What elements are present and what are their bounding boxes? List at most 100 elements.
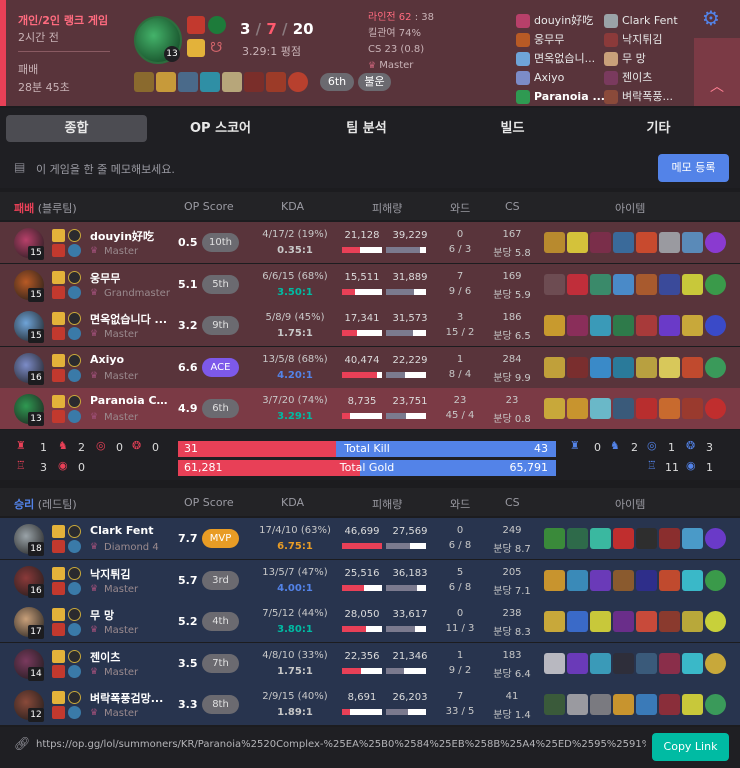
item-icon[interactable]: [567, 398, 588, 419]
rune-secondary-icon[interactable]: [68, 706, 81, 719]
summoner-spell-icon[interactable]: [52, 270, 65, 284]
item-icon[interactable]: [590, 273, 611, 295]
summoner-spell-icon[interactable]: [52, 525, 65, 538]
item-icon[interactable]: [567, 315, 588, 336]
item-icon[interactable]: [567, 232, 588, 253]
rune-primary-icon[interactable]: [68, 649, 81, 663]
player-name[interactable]: 면옥없습니다 ...: [90, 311, 168, 327]
item-icon[interactable]: [544, 611, 565, 632]
item-icon[interactable]: [659, 528, 680, 549]
rune-primary-icon[interactable]: [68, 566, 81, 580]
item-icon[interactable]: [659, 569, 680, 591]
ward-trinket-icon[interactable]: [705, 611, 726, 632]
player-name[interactable]: douyin好吃: [90, 228, 168, 244]
item-icon[interactable]: [613, 652, 634, 674]
item-icon[interactable]: [222, 72, 242, 92]
rune-secondary-icon[interactable]: [68, 244, 81, 257]
item-icon[interactable]: [682, 694, 703, 715]
item-icon[interactable]: [613, 273, 634, 295]
summoner-spell-icon[interactable]: [52, 410, 65, 423]
summoner-spell-icon[interactable]: [52, 312, 65, 325]
item-icon[interactable]: [682, 356, 703, 378]
item-icon[interactable]: [590, 528, 611, 549]
player-name[interactable]: Axiyo: [90, 353, 168, 366]
item-icon[interactable]: [613, 611, 634, 632]
item-icon[interactable]: [636, 569, 657, 591]
item-icon[interactable]: [590, 611, 611, 632]
collapse-button[interactable]: ︿: [694, 38, 740, 106]
item-icon[interactable]: [659, 232, 680, 253]
player-name[interactable]: 벼락폭풍검망...: [90, 690, 168, 706]
item-icon[interactable]: [200, 72, 220, 92]
player-link[interactable]: Paranoia ...: [516, 87, 605, 106]
item-icon[interactable]: [590, 652, 611, 674]
summoner-spell-icon[interactable]: [52, 623, 65, 636]
item-icon[interactable]: [682, 315, 703, 336]
ward-trinket-icon[interactable]: [705, 315, 726, 336]
rune-primary-icon[interactable]: [68, 691, 81, 704]
player-name[interactable]: Paranoia Co...: [90, 394, 168, 407]
item-icon[interactable]: [636, 611, 657, 632]
player-name[interactable]: 웅무무: [90, 270, 168, 286]
item-icon[interactable]: [613, 232, 634, 253]
tab-overview[interactable]: 종합: [6, 115, 147, 142]
player-link[interactable]: 웅무무: [516, 30, 605, 49]
summoner-spell-icon[interactable]: [52, 608, 65, 621]
item-icon[interactable]: [613, 398, 634, 419]
player-name[interactable]: Clark Fent: [90, 524, 168, 537]
memo-submit-button[interactable]: 메모 등록: [658, 154, 729, 182]
item-icon[interactable]: [544, 398, 565, 419]
item-icon[interactable]: [544, 315, 565, 336]
item-icon[interactable]: [590, 315, 611, 336]
item-icon[interactable]: [613, 356, 634, 378]
tab-etc[interactable]: 기타: [588, 115, 729, 142]
player-link[interactable]: 젠이츠: [604, 68, 678, 87]
summoner-spell-icon[interactable]: [52, 244, 65, 257]
item-icon[interactable]: [567, 528, 588, 549]
rune-secondary-icon[interactable]: [68, 410, 81, 423]
summoner-spell-icon[interactable]: [52, 327, 65, 340]
item-icon[interactable]: [544, 528, 565, 549]
item-icon[interactable]: [659, 273, 680, 295]
rune-primary-icon[interactable]: [68, 608, 81, 621]
summoner-spell-icon[interactable]: [52, 581, 65, 595]
summoner-spell-icon[interactable]: [52, 395, 65, 408]
tab-team-analysis[interactable]: 팀 분석: [296, 115, 437, 142]
item-icon[interactable]: [134, 72, 154, 92]
share-url[interactable]: https://op.gg/lol/summoners/KR/Paranoia%…: [36, 739, 646, 750]
item-icon[interactable]: [590, 569, 611, 591]
item-icon[interactable]: [544, 569, 565, 591]
ward-trinket-icon[interactable]: [705, 398, 726, 419]
player-link[interactable]: Axiyo: [516, 68, 605, 87]
rune-secondary-icon[interactable]: [68, 285, 81, 299]
item-icon[interactable]: [659, 315, 680, 336]
item-icon[interactable]: [682, 232, 703, 253]
summoner-spell-icon[interactable]: [52, 368, 65, 382]
rune-primary-icon[interactable]: [208, 16, 226, 34]
item-icon[interactable]: [544, 694, 565, 715]
memo-input[interactable]: 이 게임을 한 줄 메모해보세요.: [36, 161, 175, 177]
ward-trinket-icon[interactable]: [705, 356, 726, 378]
rune-secondary-icon[interactable]: [68, 664, 81, 678]
summoner-spell-icon[interactable]: [52, 706, 65, 719]
item-icon[interactable]: [636, 232, 657, 253]
item-icon[interactable]: [636, 356, 657, 378]
summoner-spell-icon[interactable]: [52, 664, 65, 678]
rune-primary-icon[interactable]: [68, 353, 81, 367]
ward-trinket-icon[interactable]: [705, 528, 726, 549]
item-icon[interactable]: [613, 694, 634, 715]
ward-trinket-icon[interactable]: [705, 569, 726, 591]
summoner-spell-ignite[interactable]: [187, 16, 205, 34]
summoner-spell-flash[interactable]: [187, 39, 205, 57]
item-icon[interactable]: [682, 652, 703, 674]
item-icon[interactable]: [659, 652, 680, 674]
player-link[interactable]: 면옥없습니...: [516, 49, 605, 68]
player-link[interactable]: Clark Fent: [604, 11, 678, 30]
item-icon[interactable]: [636, 273, 657, 295]
player-link[interactable]: 무 망: [604, 49, 678, 68]
item-icon[interactable]: [682, 611, 703, 632]
item-icon[interactable]: [659, 694, 680, 715]
summoner-spell-icon[interactable]: [52, 353, 65, 367]
item-icon[interactable]: [636, 694, 657, 715]
copy-link-button[interactable]: Copy Link: [652, 733, 729, 761]
